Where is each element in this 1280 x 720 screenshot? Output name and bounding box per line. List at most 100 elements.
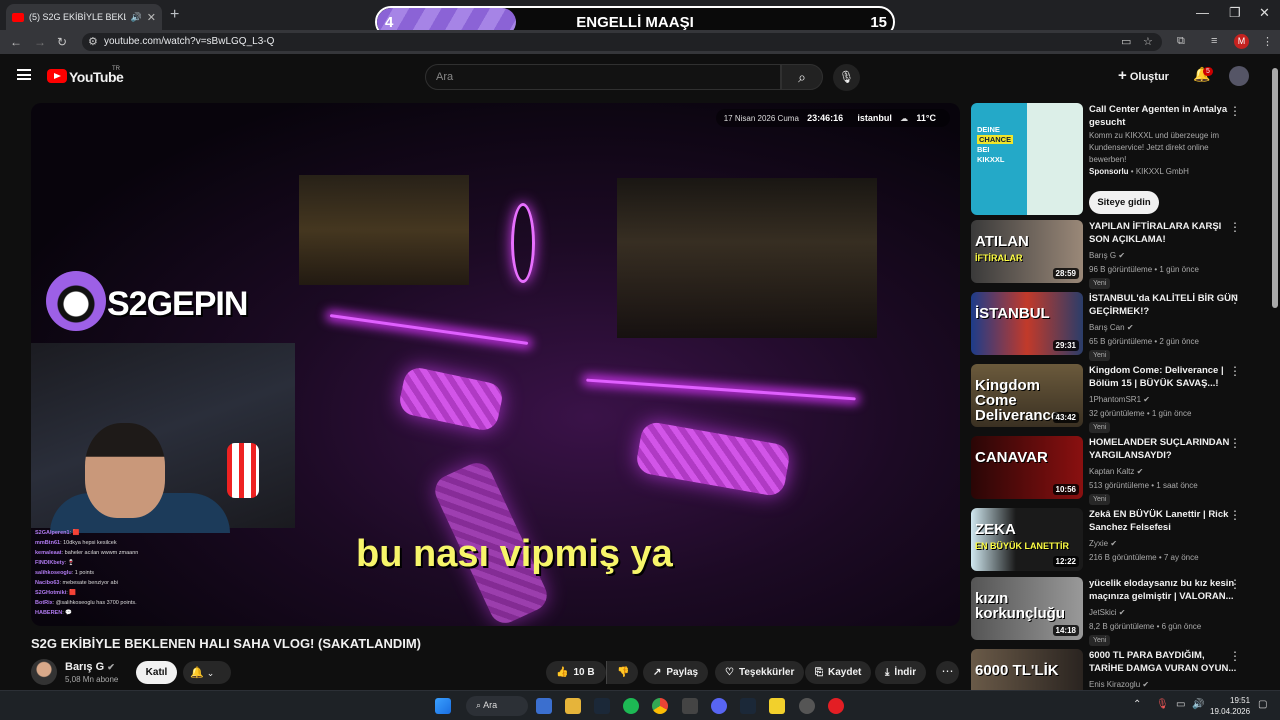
channel-name[interactable]: JetSkici ✔: [1089, 608, 1126, 617]
maximize-button[interactable]: ❐: [1229, 5, 1241, 21]
upload-age: 7 ay önce: [1163, 553, 1199, 562]
voice-search-button[interactable]: 🎙: [833, 64, 860, 91]
channel-name-text: Kaptan Kaltz: [1089, 467, 1135, 476]
channel-name[interactable]: Kaptan Kaltz ✔: [1089, 467, 1143, 476]
browser-tab[interactable]: (5) S2G EKİBİYLE BEKLENEN 🔊 ✕: [6, 4, 162, 30]
extensions-icon[interactable]: ⧉: [1177, 35, 1185, 48]
video-title[interactable]: İSTANBUL'da KALİTELİ BİR GÜN GEÇİRMEK!?: [1089, 292, 1239, 318]
share-button[interactable]: ↗ Paylaş: [643, 661, 709, 684]
ad-more-icon[interactable]: ⋮: [1229, 104, 1241, 118]
recommended-video[interactable]: kızın korkunçluğu 14:18 yücelik elodaysanı…: [971, 577, 1261, 646]
more-icon[interactable]: ⋮: [1229, 220, 1241, 234]
windows-start-icon[interactable]: [435, 698, 451, 714]
recommended-video[interactable]: Kingdom Come Deliverance15.BÖLÜM BÜYÜK S…: [971, 364, 1261, 433]
channel-name[interactable]: Barış Can ✔: [1089, 323, 1134, 332]
url-field[interactable]: youtube.com/watch?v=sBwLGQ_L3-Q: [82, 33, 1162, 51]
stream-time: 23:46:16: [807, 113, 844, 123]
channel-name[interactable]: 1PhantomSR1 ✔: [1089, 395, 1150, 404]
video-thumbnail[interactable]: Kingdom Come Deliverance15.BÖLÜM BÜYÜK S…: [971, 364, 1083, 427]
video-thumbnail[interactable]: ZEKA EN BÜYÜK LANETTİR 12:22: [971, 508, 1083, 571]
recommended-video[interactable]: CANAVAR 10:56 HOMELANDER SUÇLARINDAN YARGI…: [971, 436, 1261, 505]
download-button[interactable]: ⤓ İndir: [875, 661, 927, 684]
ad-thumbnail[interactable]: DEINE CHANCE BEI KIKXXL: [971, 103, 1083, 215]
dislike-button[interactable]: 👎: [606, 661, 638, 684]
browser-menu-icon[interactable]: ⋮: [1262, 35, 1273, 48]
discord-icon[interactable]: [711, 698, 727, 714]
video-thumbnail[interactable]: İSTANBUL 29:31: [971, 292, 1083, 355]
video-title[interactable]: HOMELANDER SUÇLARINDAN YARGILANSAYDI?: [1089, 436, 1239, 462]
video-thumbnail[interactable]: kızın korkunçluğu 14:18: [971, 577, 1083, 640]
task-view-icon[interactable]: [536, 698, 552, 714]
more-icon[interactable]: ⋮: [1229, 649, 1241, 663]
youtube-logo-icon[interactable]: [47, 69, 67, 83]
video-thumbnail[interactable]: CANAVAR 10:56: [971, 436, 1083, 499]
visit-site-button[interactable]: Siteye gidin: [1089, 191, 1159, 214]
notification-center-icon[interactable]: ▢: [1258, 699, 1267, 710]
site-info-icon[interactable]: ⚙: [88, 35, 98, 48]
app-icon[interactable]: [769, 698, 785, 714]
create-button[interactable]: + Oluştur: [1118, 67, 1169, 84]
taskbar-search[interactable]: ⌕ Ara: [466, 696, 528, 716]
more-icon[interactable]: ⋮: [1229, 364, 1241, 378]
video-title[interactable]: YAPILAN İFTİRALARA KARŞI SON AÇIKLAMA!: [1089, 220, 1239, 246]
account-avatar[interactable]: [1229, 66, 1249, 86]
file-explorer-icon[interactable]: [565, 698, 581, 714]
menu-icon[interactable]: [17, 69, 31, 80]
recommended-video[interactable]: İSTANBUL 29:31 İSTANBUL'da KALİTELİ BİR GÜ…: [971, 292, 1261, 361]
channel-avatar[interactable]: [31, 659, 57, 685]
browser-profile-avatar[interactable]: M: [1234, 34, 1249, 49]
recommended-video[interactable]: ATILAN İFTİRALAR 28:59 YAPILAN İFTİRALARA K…: [971, 220, 1261, 289]
subscription-bell-button[interactable]: 🔔 ⌄: [183, 661, 231, 684]
channel-name[interactable]: Zyxie ✔: [1089, 539, 1117, 548]
tray-chevron-icon[interactable]: ⌃: [1133, 699, 1141, 710]
network-icon[interactable]: ▭: [1176, 699, 1185, 710]
app-icon[interactable]: [682, 698, 698, 714]
steam-icon[interactable]: [740, 698, 756, 714]
media-player-icon[interactable]: [828, 698, 844, 714]
volume-icon[interactable]: 🔊: [1192, 699, 1204, 710]
search-button[interactable]: ⌕: [781, 64, 823, 90]
more-icon[interactable]: ⋮: [1229, 508, 1241, 522]
video-player[interactable]: 17 Nisan 2026 Cuma 23:46:16 istanbul ☁ 1…: [31, 103, 960, 626]
sponsored-label: Sponsorlu: [1089, 167, 1129, 176]
spotify-icon[interactable]: [623, 698, 639, 714]
more-icon[interactable]: ⋮: [1229, 577, 1241, 591]
like-button[interactable]: 👍 10 B: [546, 661, 606, 684]
page-scrollbar[interactable]: [1270, 54, 1280, 690]
forward-icon[interactable]: →: [34, 35, 46, 49]
video-title[interactable]: 6000 TL PARA BAYDIĞIM, TARİHE DAMGA VURA…: [1089, 649, 1239, 675]
back-icon[interactable]: ←: [10, 35, 22, 49]
new-tab-button[interactable]: +: [170, 6, 179, 24]
video-title[interactable]: Kingdom Come: Deliverance | Bölüm 15 | B…: [1089, 364, 1239, 390]
mic-tray-icon[interactable]: 🎙: [1156, 699, 1169, 710]
reading-list-icon[interactable]: ≡: [1211, 35, 1217, 47]
video-thumbnail[interactable]: ATILAN İFTİRALAR 28:59: [971, 220, 1083, 283]
channel-name[interactable]: Barış G ✔: [65, 661, 115, 673]
video-title[interactable]: Zekâ EN BÜYÜK Lanettir | Rick Sanchez Fe…: [1089, 508, 1239, 534]
chrome-icon[interactable]: [652, 698, 668, 714]
taskbar-clock[interactable]: 19:51 19.04.2026: [1210, 695, 1250, 717]
cast-icon[interactable]: ▭: [1121, 35, 1131, 48]
scrollbar-thumb[interactable]: [1272, 68, 1278, 308]
join-button[interactable]: Katıl: [136, 661, 177, 684]
more-icon[interactable]: ⋮: [1229, 292, 1241, 306]
plus-icon: +: [1118, 67, 1127, 84]
bookmark-star-icon[interactable]: ☆: [1143, 35, 1153, 48]
thanks-button[interactable]: ♡ Teşekkürler: [715, 661, 805, 684]
recommended-video[interactable]: ZEKA EN BÜYÜK LANETTİR 12:22 Zekâ EN BÜYÜK …: [971, 508, 1261, 576]
channel-name[interactable]: Barış G ✔: [1089, 251, 1125, 260]
more-actions-button[interactable]: ⋯: [936, 661, 959, 684]
speaker-icon[interactable]: 🔊: [131, 12, 142, 23]
channel-name[interactable]: Enis Kirazoglu ✔: [1089, 680, 1149, 689]
minimize-button[interactable]: —: [1196, 5, 1209, 20]
ad-title[interactable]: Call Center Agenten in Antalya gesucht: [1089, 103, 1234, 129]
search-input[interactable]: Ara: [425, 64, 781, 90]
close-tab-icon[interactable]: ✕: [147, 11, 156, 24]
steam-icon[interactable]: [594, 698, 610, 714]
save-button[interactable]: ⎘ Kaydet: [805, 661, 872, 684]
video-title[interactable]: yücelik elodaysanız bu kız kesin maçınız…: [1089, 577, 1239, 603]
obs-icon[interactable]: [799, 698, 815, 714]
close-window-button[interactable]: ✕: [1259, 5, 1270, 21]
more-icon[interactable]: ⋮: [1229, 436, 1241, 450]
reload-icon[interactable]: ↻: [57, 35, 67, 49]
